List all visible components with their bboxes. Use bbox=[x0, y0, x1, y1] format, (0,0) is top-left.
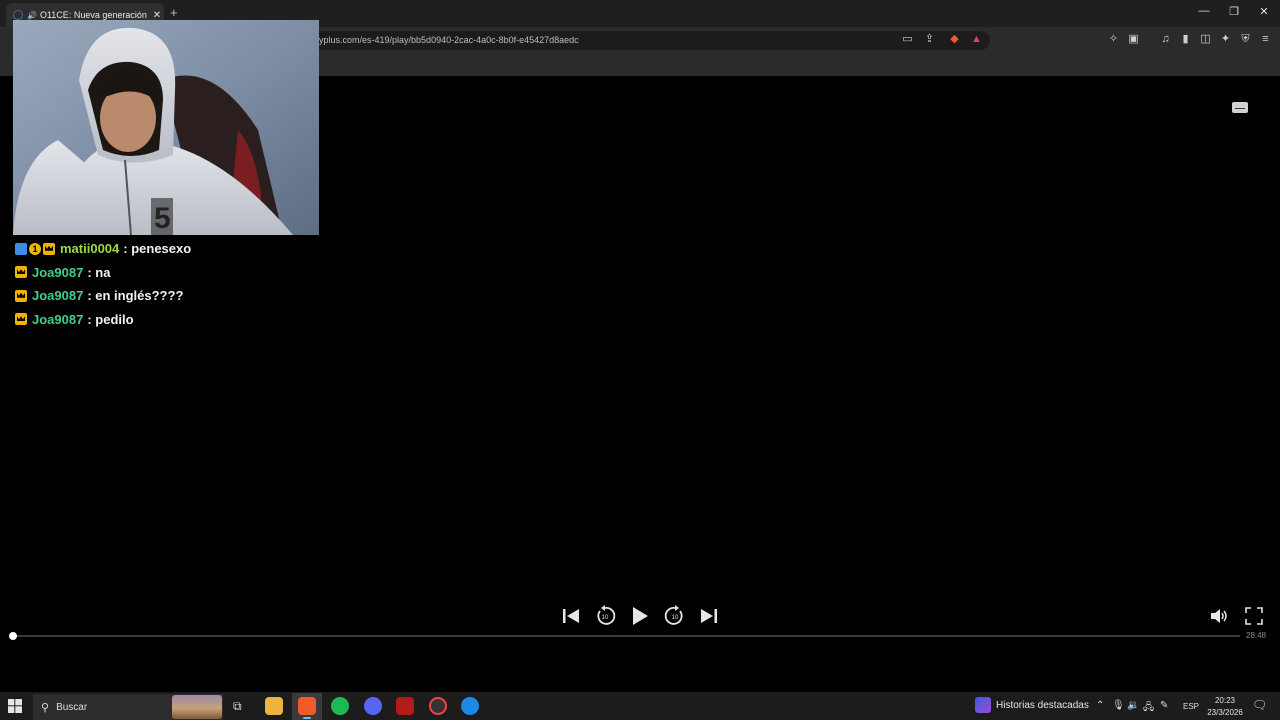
start-button[interactable] bbox=[8, 699, 22, 713]
microphone-icon[interactable]: 🎙 bbox=[1112, 700, 1125, 711]
app-c-icon[interactable] bbox=[461, 697, 479, 715]
leo-ai-icon[interactable]: ✦ bbox=[1219, 33, 1232, 46]
previous-icon[interactable] bbox=[560, 604, 582, 628]
notifications-icon[interactable]: 🗨 bbox=[1252, 698, 1267, 712]
date: 23/3/2026 bbox=[1207, 708, 1243, 717]
tab-panel-icon[interactable]: ◫ bbox=[1199, 33, 1212, 46]
svg-text:5: 5 bbox=[154, 202, 171, 235]
chat-username[interactable]: Joa9087 bbox=[32, 288, 83, 303]
maximize-button[interactable]: ❐ bbox=[1224, 5, 1244, 18]
task-view-icon[interactable]: ⧉ bbox=[233, 699, 242, 714]
rewind-10-icon[interactable]: 10 bbox=[594, 604, 616, 628]
svg-text:10: 10 bbox=[672, 615, 679, 621]
spotify-icon[interactable] bbox=[331, 697, 349, 715]
close-window-button[interactable]: ✕ bbox=[1254, 5, 1274, 18]
share-icon[interactable]: ⇪ bbox=[923, 33, 936, 46]
voicemeeter-icon[interactable] bbox=[396, 697, 414, 715]
prime-badge-icon bbox=[15, 242, 27, 255]
obs-icon[interactable] bbox=[429, 697, 447, 715]
new-tab-button[interactable]: + bbox=[170, 5, 178, 20]
cast-icon[interactable]: ▭ bbox=[901, 33, 914, 46]
search-highlight-image[interactable] bbox=[172, 695, 222, 719]
chat-text: : pedilo bbox=[87, 311, 134, 327]
vpn-icon[interactable]: ⛨ bbox=[1239, 33, 1252, 46]
tab-title: O11CE: Nueva generación | D bbox=[39, 10, 150, 20]
chat-message: Joa9087 : pedilo bbox=[15, 308, 315, 332]
volume-tray-icon[interactable]: 🔉 bbox=[1127, 700, 1139, 711]
menu-icon[interactable]: ≡ bbox=[1259, 33, 1272, 46]
chat-username[interactable]: matii0004 bbox=[60, 241, 119, 256]
progress-bar[interactable] bbox=[13, 635, 1240, 637]
brave-shields-icon[interactable]: ◆ bbox=[948, 33, 961, 46]
file-explorer-icon[interactable] bbox=[265, 697, 283, 715]
crown-badge-icon bbox=[43, 242, 55, 255]
crown-badge-icon bbox=[15, 313, 27, 326]
site-favicon-icon bbox=[13, 10, 23, 20]
extensions-icon[interactable]: ✧ bbox=[1107, 33, 1120, 46]
active-app-indicator bbox=[303, 717, 311, 719]
subtitles-icon[interactable] bbox=[1232, 102, 1248, 113]
play-icon[interactable] bbox=[629, 604, 651, 628]
discord-icon[interactable] bbox=[364, 697, 382, 715]
chat-username[interactable]: Joa9087 bbox=[32, 312, 83, 327]
duration-label: 28:48 bbox=[1246, 631, 1267, 640]
time: 20:23 bbox=[1214, 696, 1236, 705]
chat-text: : na bbox=[87, 264, 111, 280]
brave-rewards-icon[interactable]: ▲ bbox=[970, 33, 983, 46]
fullscreen-icon[interactable] bbox=[1245, 607, 1263, 630]
next-icon[interactable] bbox=[698, 604, 720, 628]
wallet-icon[interactable]: ▣ bbox=[1127, 33, 1140, 46]
network-icon[interactable]: 🖧 bbox=[1143, 700, 1154, 717]
chat-message: Joa9087 : na bbox=[15, 261, 315, 285]
clock[interactable]: 20:23 23/3/2026 bbox=[1202, 695, 1248, 719]
news-icon bbox=[975, 697, 991, 713]
language-indicator[interactable]: ESP bbox=[1183, 702, 1199, 711]
media-icon[interactable]: ♫ bbox=[1159, 33, 1172, 46]
chat-text: : penesexo bbox=[123, 241, 192, 257]
news-widget[interactable]: Historias destacadas bbox=[975, 697, 1089, 713]
chat-overlay: 1 matii0004 : penesexo Joa9087 : na Joa9087 : … bbox=[15, 237, 315, 331]
svg-text:10: 10 bbox=[602, 615, 609, 621]
chat-message: Joa9087 : en inglés???? bbox=[15, 284, 315, 308]
volume-icon[interactable] bbox=[1209, 606, 1229, 631]
search-icon: ⚲ bbox=[41, 701, 50, 714]
chat-text: : en inglés???? bbox=[87, 288, 184, 304]
chat-username[interactable]: Joa9087 bbox=[32, 265, 83, 280]
player-controls: 10 10 bbox=[560, 604, 724, 628]
news-label: Historias destacadas bbox=[996, 699, 1089, 711]
progress-handle[interactable] bbox=[9, 632, 17, 640]
show-hidden-icons-icon[interactable]: ⌃ bbox=[1096, 700, 1104, 711]
forward-10-icon[interactable]: 10 bbox=[664, 604, 686, 628]
sidebar-icon[interactable]: ▮ bbox=[1179, 33, 1192, 46]
pen-icon[interactable]: ✎ bbox=[1160, 700, 1168, 711]
brave-browser-icon[interactable] bbox=[298, 697, 316, 715]
crown-badge-icon bbox=[15, 289, 27, 302]
tab-close-icon[interactable]: ✕ bbox=[150, 10, 164, 21]
chat-message: 1 matii0004 : penesexo bbox=[15, 237, 315, 261]
search-placeholder: Buscar bbox=[56, 701, 88, 713]
webcam-overlay: 5 bbox=[13, 20, 319, 235]
crown-badge-icon bbox=[15, 266, 27, 279]
minimize-button[interactable]: — bbox=[1194, 5, 1214, 17]
audio-playing-icon[interactable]: 🔊 bbox=[27, 11, 37, 20]
url-text[interactable]: yplus.com/es-419/play/bb5d0940-2cac-4a0c… bbox=[319, 35, 579, 45]
sub-badge-icon: 1 bbox=[29, 242, 41, 255]
